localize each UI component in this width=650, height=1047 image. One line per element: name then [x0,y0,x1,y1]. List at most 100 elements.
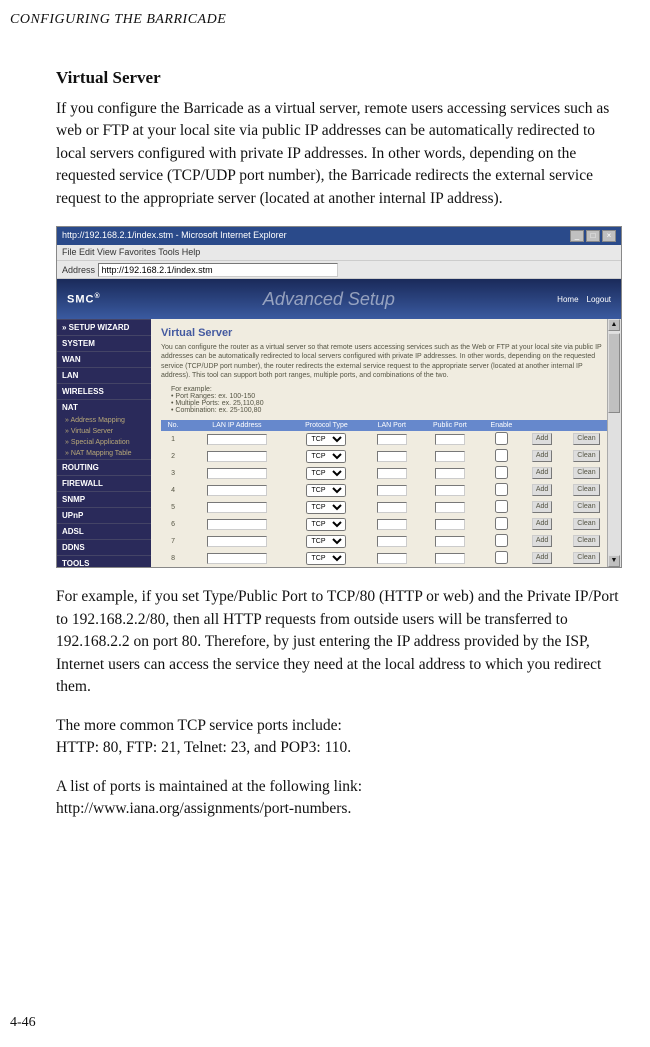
enable-checkbox[interactable] [495,568,508,569]
lan-ip-input[interactable] [207,519,267,530]
lan-port-input[interactable] [377,536,407,547]
router-screenshot: http://192.168.2.1/index.stm - Microsoft… [56,226,622,568]
sidebar-snmp[interactable]: SNMP [57,491,151,507]
sidebar-nat[interactable]: NAT [57,399,151,415]
scroll-up-icon[interactable]: ▲ [608,319,620,331]
protocol-select[interactable]: TCP [306,433,346,446]
sidebar-address-mapping[interactable]: » Address Mapping [57,415,151,426]
public-port-input[interactable] [435,468,465,479]
th-pub: Public Port [419,420,480,431]
clean-button[interactable]: Clean [573,518,599,530]
add-button[interactable]: Add [532,450,552,462]
example-2: • Multiple Ports: ex. 25,110,80 [171,400,611,407]
sidebar-setup-wizard[interactable]: » SETUP WIZARD [57,319,151,335]
maximize-icon[interactable]: □ [586,230,600,242]
lan-port-input[interactable] [377,553,407,564]
home-link[interactable]: Home [557,295,578,304]
lan-ip-input[interactable] [207,468,267,479]
enable-checkbox[interactable] [495,534,508,547]
enable-checkbox[interactable] [495,466,508,479]
lan-port-input[interactable] [377,434,407,445]
section-title: Virtual Server [56,68,626,88]
public-port-input[interactable] [435,553,465,564]
lan-ip-input[interactable] [207,553,267,564]
th-no: No. [161,420,185,431]
table-row: 6TCPAddClean [161,516,611,533]
lan-ip-input[interactable] [207,451,267,462]
router-main-panel: Virtual Server You can configure the rou… [151,319,621,567]
lan-ip-input[interactable] [207,485,267,496]
lan-port-input[interactable] [377,468,407,479]
enable-checkbox[interactable] [495,432,508,445]
protocol-select[interactable]: TCP [306,552,346,565]
clean-button[interactable]: Clean [573,501,599,513]
clean-button[interactable]: Clean [573,535,599,547]
th-ip: LAN IP Address [185,420,289,431]
address-input[interactable] [98,263,338,277]
lan-port-input[interactable] [377,502,407,513]
public-port-input[interactable] [435,434,465,445]
public-port-input[interactable] [435,485,465,496]
scroll-thumb[interactable] [608,333,620,413]
sidebar-tools[interactable]: TOOLS [57,555,151,568]
paragraph-4: A list of ports is maintained at the fol… [56,776,626,821]
sidebar-upnp[interactable]: UPnP [57,507,151,523]
sidebar-wireless[interactable]: WIRELESS [57,383,151,399]
enable-checkbox[interactable] [495,517,508,530]
scrollbar[interactable]: ▲ ▼ [607,319,621,567]
clean-button[interactable]: Clean [573,467,599,479]
table-row: 3TCPAddClean [161,465,611,482]
public-port-input[interactable] [435,502,465,513]
th-lan: LAN Port [364,420,419,431]
lan-ip-input[interactable] [207,434,267,445]
th-proto: Protocol Type [289,420,365,431]
clean-button[interactable]: Clean [573,484,599,496]
sidebar-wan[interactable]: WAN [57,351,151,367]
close-icon[interactable]: × [602,230,616,242]
clean-button[interactable]: Clean [573,433,599,445]
lan-port-input[interactable] [377,485,407,496]
running-header: CONFIGURING THE BARRICADE [0,0,650,28]
clean-button[interactable]: Clean [573,450,599,462]
sidebar-adsl[interactable]: ADSL [57,523,151,539]
public-port-input[interactable] [435,536,465,547]
protocol-select[interactable]: TCP [306,535,346,548]
add-button[interactable]: Add [532,484,552,496]
add-button[interactable]: Add [532,518,552,530]
enable-checkbox[interactable] [495,551,508,564]
add-button[interactable]: Add [532,433,552,445]
scroll-down-icon[interactable]: ▼ [608,555,620,567]
protocol-select[interactable]: TCP [306,484,346,497]
lan-port-input[interactable] [377,519,407,530]
add-button[interactable]: Add [532,535,552,547]
minimize-icon[interactable]: _ [570,230,584,242]
table-row: 8TCPAddClean [161,550,611,567]
sidebar-lan[interactable]: LAN [57,367,151,383]
sidebar-ddns[interactable]: DDNS [57,539,151,555]
public-port-input[interactable] [435,451,465,462]
enable-checkbox[interactable] [495,483,508,496]
router-sidebar: » SETUP WIZARD SYSTEM WAN LAN WIRELESS N… [57,319,151,567]
sidebar-nat-mapping[interactable]: » NAT Mapping Table [57,448,151,459]
logout-link[interactable]: Logout [587,295,611,304]
sidebar-firewall[interactable]: FIREWALL [57,475,151,491]
lan-ip-input[interactable] [207,502,267,513]
protocol-select[interactable]: TCP [306,467,346,480]
browser-menubar[interactable]: File Edit View Favorites Tools Help [57,245,621,261]
enable-checkbox[interactable] [495,449,508,462]
sidebar-special-app[interactable]: » Special Application [57,437,151,448]
clean-button[interactable]: Clean [573,552,599,564]
sidebar-virtual-server[interactable]: » Virtual Server [57,426,151,437]
lan-ip-input[interactable] [207,536,267,547]
sidebar-system[interactable]: SYSTEM [57,335,151,351]
protocol-select[interactable]: TCP [306,501,346,514]
lan-port-input[interactable] [377,451,407,462]
enable-checkbox[interactable] [495,500,508,513]
add-button[interactable]: Add [532,552,552,564]
add-button[interactable]: Add [532,501,552,513]
sidebar-routing[interactable]: ROUTING [57,459,151,475]
add-button[interactable]: Add [532,467,552,479]
protocol-select[interactable]: TCP [306,518,346,531]
public-port-input[interactable] [435,519,465,530]
protocol-select[interactable]: TCP [306,450,346,463]
